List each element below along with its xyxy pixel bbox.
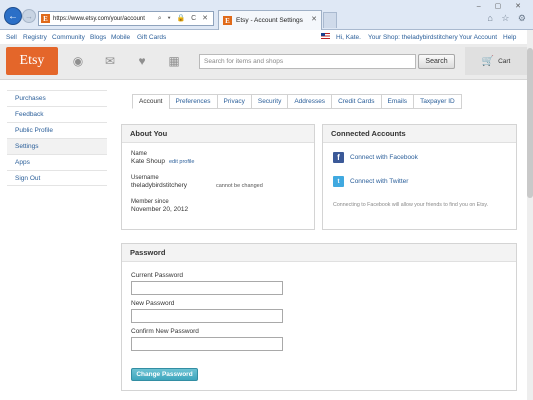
- confirm-password-label: Confirm New Password: [131, 328, 199, 335]
- sidebar-item-sign-out[interactable]: Sign Out: [7, 170, 107, 186]
- connect-facebook-link[interactable]: Connect with Facebook: [350, 154, 418, 161]
- facebook-icon[interactable]: f: [333, 152, 344, 163]
- messages-icon[interactable]: ✉: [94, 47, 126, 75]
- connected-accounts-panel: Connected Accounts f Connect with Facebo…: [322, 124, 517, 230]
- password-panel: Password Current Password New Password C…: [121, 243, 517, 391]
- us-flag-icon: [321, 33, 330, 39]
- name-label: Name: [131, 151, 148, 157]
- window-controls[interactable]: – ▢ ✕: [477, 2, 527, 10]
- username-value: theladybirdstitchery: [131, 182, 187, 189]
- link-gift-cards[interactable]: Gift Cards: [137, 34, 166, 41]
- scrollbar-thumb[interactable]: [527, 48, 533, 198]
- etsy-logo[interactable]: Etsy: [6, 47, 58, 75]
- link-community[interactable]: Community: [52, 34, 85, 41]
- etsy-favicon-icon: E: [223, 16, 232, 25]
- member-since-value: November 20, 2012: [131, 206, 189, 213]
- browser-home-favorites-settings-icons[interactable]: ⌂ ☆ ⚙: [487, 13, 529, 24]
- change-password-button[interactable]: Change Password: [131, 368, 198, 381]
- link-registry[interactable]: Registry: [23, 34, 47, 41]
- link-help[interactable]: Help: [503, 34, 516, 41]
- link-blogs[interactable]: Blogs: [90, 34, 106, 41]
- new-password-label: New Password: [131, 300, 175, 307]
- current-password-field[interactable]: [131, 281, 283, 295]
- link-sell[interactable]: Sell: [6, 34, 17, 41]
- link-greeting[interactable]: Hi, Kate.: [336, 34, 361, 41]
- password-title: Password: [122, 244, 516, 262]
- connect-note: Connecting to Facebook will allow your f…: [333, 202, 489, 208]
- username-note: cannot be changed: [216, 183, 263, 189]
- name-value: Kate Shoup: [131, 158, 165, 165]
- about-you-title: About You: [122, 125, 314, 143]
- sidebar-item-settings[interactable]: Settings: [7, 138, 107, 154]
- sidebar-item-purchases[interactable]: Purchases: [7, 90, 107, 106]
- browser-tab[interactable]: E Etsy - Account Settings ✕: [218, 10, 322, 30]
- link-your-account[interactable]: Your Account: [459, 34, 497, 41]
- settings-tabs: Account Preferences Privacy Security Add…: [132, 94, 462, 109]
- tab-addresses[interactable]: Addresses: [287, 94, 332, 109]
- edit-profile-link[interactable]: edit profile: [169, 159, 194, 165]
- tab-privacy[interactable]: Privacy: [216, 94, 251, 109]
- tab-taxpayer-id[interactable]: Taxpayer ID: [413, 94, 462, 109]
- cart-icon: 🛒: [481, 55, 495, 67]
- tab-security[interactable]: Security: [250, 94, 288, 109]
- forward-icon[interactable]: →: [22, 9, 36, 23]
- link-mobile[interactable]: Mobile: [111, 34, 130, 41]
- tab-emails[interactable]: Emails: [380, 94, 414, 109]
- etsy-favicon-icon: E: [41, 14, 50, 23]
- twitter-icon[interactable]: t: [333, 176, 344, 187]
- sidebar-item-apps[interactable]: Apps: [7, 154, 107, 170]
- new-tab-button[interactable]: [323, 12, 337, 28]
- new-password-field[interactable]: [131, 309, 283, 323]
- connect-twitter-link[interactable]: Connect with Twitter: [350, 178, 408, 185]
- sidebar-item-public-profile[interactable]: Public Profile: [7, 122, 107, 138]
- shop-icon[interactable]: ▦: [158, 47, 190, 75]
- tab-account[interactable]: Account: [132, 94, 169, 109]
- tab-preferences[interactable]: Preferences: [168, 94, 217, 109]
- sidebar-item-feedback[interactable]: Feedback: [7, 106, 107, 122]
- address-bar[interactable]: E https://www.etsy.com/your/account ⌕ ▾ …: [38, 11, 214, 26]
- username-label: Username: [131, 175, 159, 181]
- link-your-shop[interactable]: Your Shop: theladybirdstitchery: [368, 34, 458, 41]
- search-input[interactable]: Search for items and shops: [199, 54, 416, 69]
- cart-button[interactable]: 🛒 Cart: [465, 47, 527, 75]
- search-button[interactable]: Search: [418, 54, 455, 69]
- tab-title: Etsy - Account Settings: [236, 17, 303, 24]
- member-since-label: Member since: [131, 199, 169, 205]
- address-bar-icons[interactable]: ⌕ ▾ 🔒 C ✕: [158, 14, 210, 23]
- account-sidebar: Purchases Feedback Public Profile Settin…: [7, 90, 107, 186]
- close-tab-icon[interactable]: ✕: [311, 15, 317, 23]
- current-password-label: Current Password: [131, 272, 184, 279]
- back-icon[interactable]: ←: [4, 7, 22, 25]
- profile-icon[interactable]: ◉: [62, 47, 94, 75]
- url-text: https://www.etsy.com/your/account: [53, 15, 145, 22]
- cart-label: Cart: [498, 57, 511, 65]
- connected-accounts-title: Connected Accounts: [323, 125, 516, 143]
- confirm-password-field[interactable]: [131, 337, 283, 351]
- about-you-panel: About You Name Kate Shoup edit profile U…: [121, 124, 315, 230]
- top-links-bar: Sell Registry Community Blogs Mobile Gif…: [0, 30, 533, 44]
- favorites-icon[interactable]: ♥: [126, 47, 158, 75]
- tab-credit-cards[interactable]: Credit Cards: [331, 94, 381, 109]
